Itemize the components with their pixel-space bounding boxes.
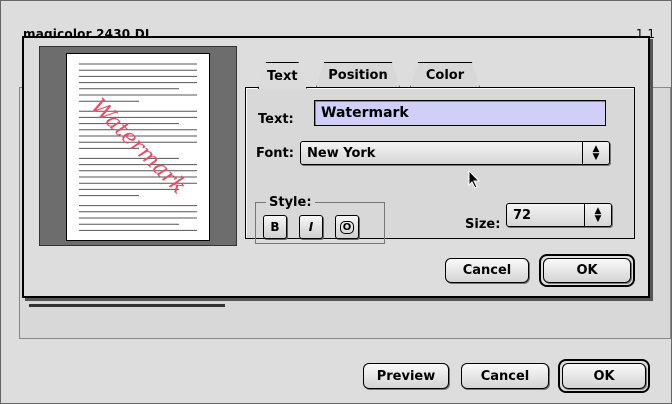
printer-ok-button[interactable]: OK: [562, 363, 646, 389]
style-label: Style:: [266, 195, 315, 210]
watermark-cancel-button[interactable]: Cancel: [445, 258, 529, 283]
text-label: Text:: [258, 112, 294, 127]
font-label: Font:: [256, 146, 294, 161]
printer-cancel-button[interactable]: Cancel: [461, 363, 549, 389]
preview-page: Watermark: [66, 53, 210, 241]
watermark-preview: Watermark: [39, 46, 237, 246]
mouse-pointer-icon: [468, 170, 481, 189]
size-popup[interactable]: 72 ▲ ▼: [506, 203, 612, 227]
text-tab-panel: Text: Watermark Font: New York ▲ ▼ Style:…: [245, 87, 635, 244]
preview-button[interactable]: Preview: [363, 363, 449, 389]
outline-button[interactable]: O: [335, 215, 359, 239]
tab-text[interactable]: Text: [258, 62, 307, 89]
tab-color[interactable]: Color: [410, 62, 480, 88]
tab-position-label: Position: [328, 68, 388, 83]
font-value: New York: [307, 145, 376, 161]
watermark-ok-button[interactable]: OK: [543, 258, 631, 283]
printer-ok-button-frame: OK: [558, 359, 650, 393]
preview-text-lines: Watermark: [79, 63, 197, 231]
style-group: Style: B I O: [255, 195, 385, 244]
bold-button[interactable]: B: [263, 215, 287, 239]
italic-button[interactable]: I: [299, 215, 323, 239]
outline-style-icon: O: [339, 220, 355, 234]
popup-arrows-icon: ▲ ▼: [584, 204, 611, 226]
divider: [29, 304, 225, 307]
tab-position[interactable]: Position: [316, 62, 400, 88]
tab-text-label: Text: [267, 68, 298, 84]
watermark-dialog: Watermark Text Position Color Text: Wate…: [22, 36, 650, 298]
tab-color-label: Color: [425, 68, 465, 83]
font-popup[interactable]: New York ▲ ▼: [300, 141, 610, 165]
watermark-text-field[interactable]: Watermark: [314, 100, 606, 126]
popup-arrows-icon: ▲ ▼: [582, 142, 609, 164]
watermark-ok-button-frame: OK: [539, 254, 635, 287]
size-label: Size:: [465, 217, 501, 232]
size-value: 72: [513, 207, 532, 223]
